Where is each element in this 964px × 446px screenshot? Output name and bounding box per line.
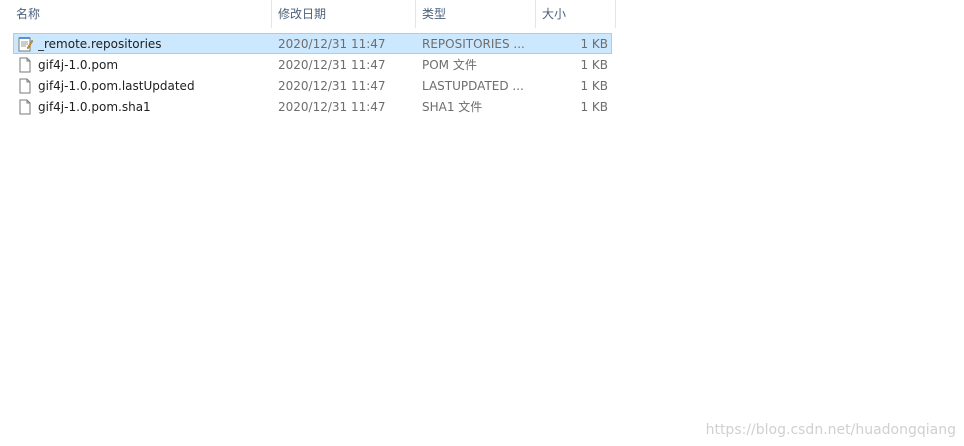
file-list: _remote.repositories 2020/12/31 11:47 RE… [13,33,612,117]
file-row[interactable]: gif4j-1.0.pom 2020/12/31 11:47 POM 文件 1 … [13,54,612,75]
blank-file-icon [17,57,33,73]
file-date: 2020/12/31 11:47 [278,100,386,114]
column-header-name-label: 名称 [16,7,41,21]
notepad-file-icon [17,36,33,52]
blank-file-icon [17,78,33,94]
file-date: 2020/12/31 11:47 [278,79,386,93]
file-type: REPOSITORIES ... [422,37,525,51]
file-name: gif4j-1.0.pom.lastUpdated [38,79,195,93]
column-header-name[interactable]: 名称 ^ [10,0,272,28]
column-header-bar: 名称 ^ 修改日期 类型 大小 [0,0,616,28]
file-row[interactable]: gif4j-1.0.pom.lastUpdated 2020/12/31 11:… [13,75,612,96]
file-name: gif4j-1.0.pom.sha1 [38,100,151,114]
file-type: SHA1 文件 [422,100,483,114]
blank-file-icon [17,99,33,115]
file-explorer-view: 名称 ^ 修改日期 类型 大小 _remote.r [0,0,964,446]
file-type: POM 文件 [422,58,477,72]
column-header-type-label: 类型 [422,7,447,21]
file-size: 1 KB [580,37,608,51]
file-size: 1 KB [580,100,608,114]
file-size: 1 KB [580,58,608,72]
file-row[interactable]: gif4j-1.0.pom.sha1 2020/12/31 11:47 SHA1… [13,96,612,117]
file-name: gif4j-1.0.pom [38,58,119,72]
column-header-size-label: 大小 [542,7,567,21]
column-header-date-label: 修改日期 [278,7,327,21]
file-date: 2020/12/31 11:47 [278,37,386,51]
file-type: LASTUPDATED ... [422,79,524,93]
column-header-date[interactable]: 修改日期 [272,0,416,28]
file-date: 2020/12/31 11:47 [278,58,386,72]
file-row[interactable]: _remote.repositories 2020/12/31 11:47 RE… [13,33,612,54]
sort-ascending-icon: ^ [146,0,158,6]
watermark-text: https://blog.csdn.net/huadongqiang [705,422,956,438]
file-size: 1 KB [580,79,608,93]
column-header-size[interactable]: 大小 [536,0,616,28]
column-header-type[interactable]: 类型 [416,0,536,28]
file-name: _remote.repositories [38,37,162,51]
